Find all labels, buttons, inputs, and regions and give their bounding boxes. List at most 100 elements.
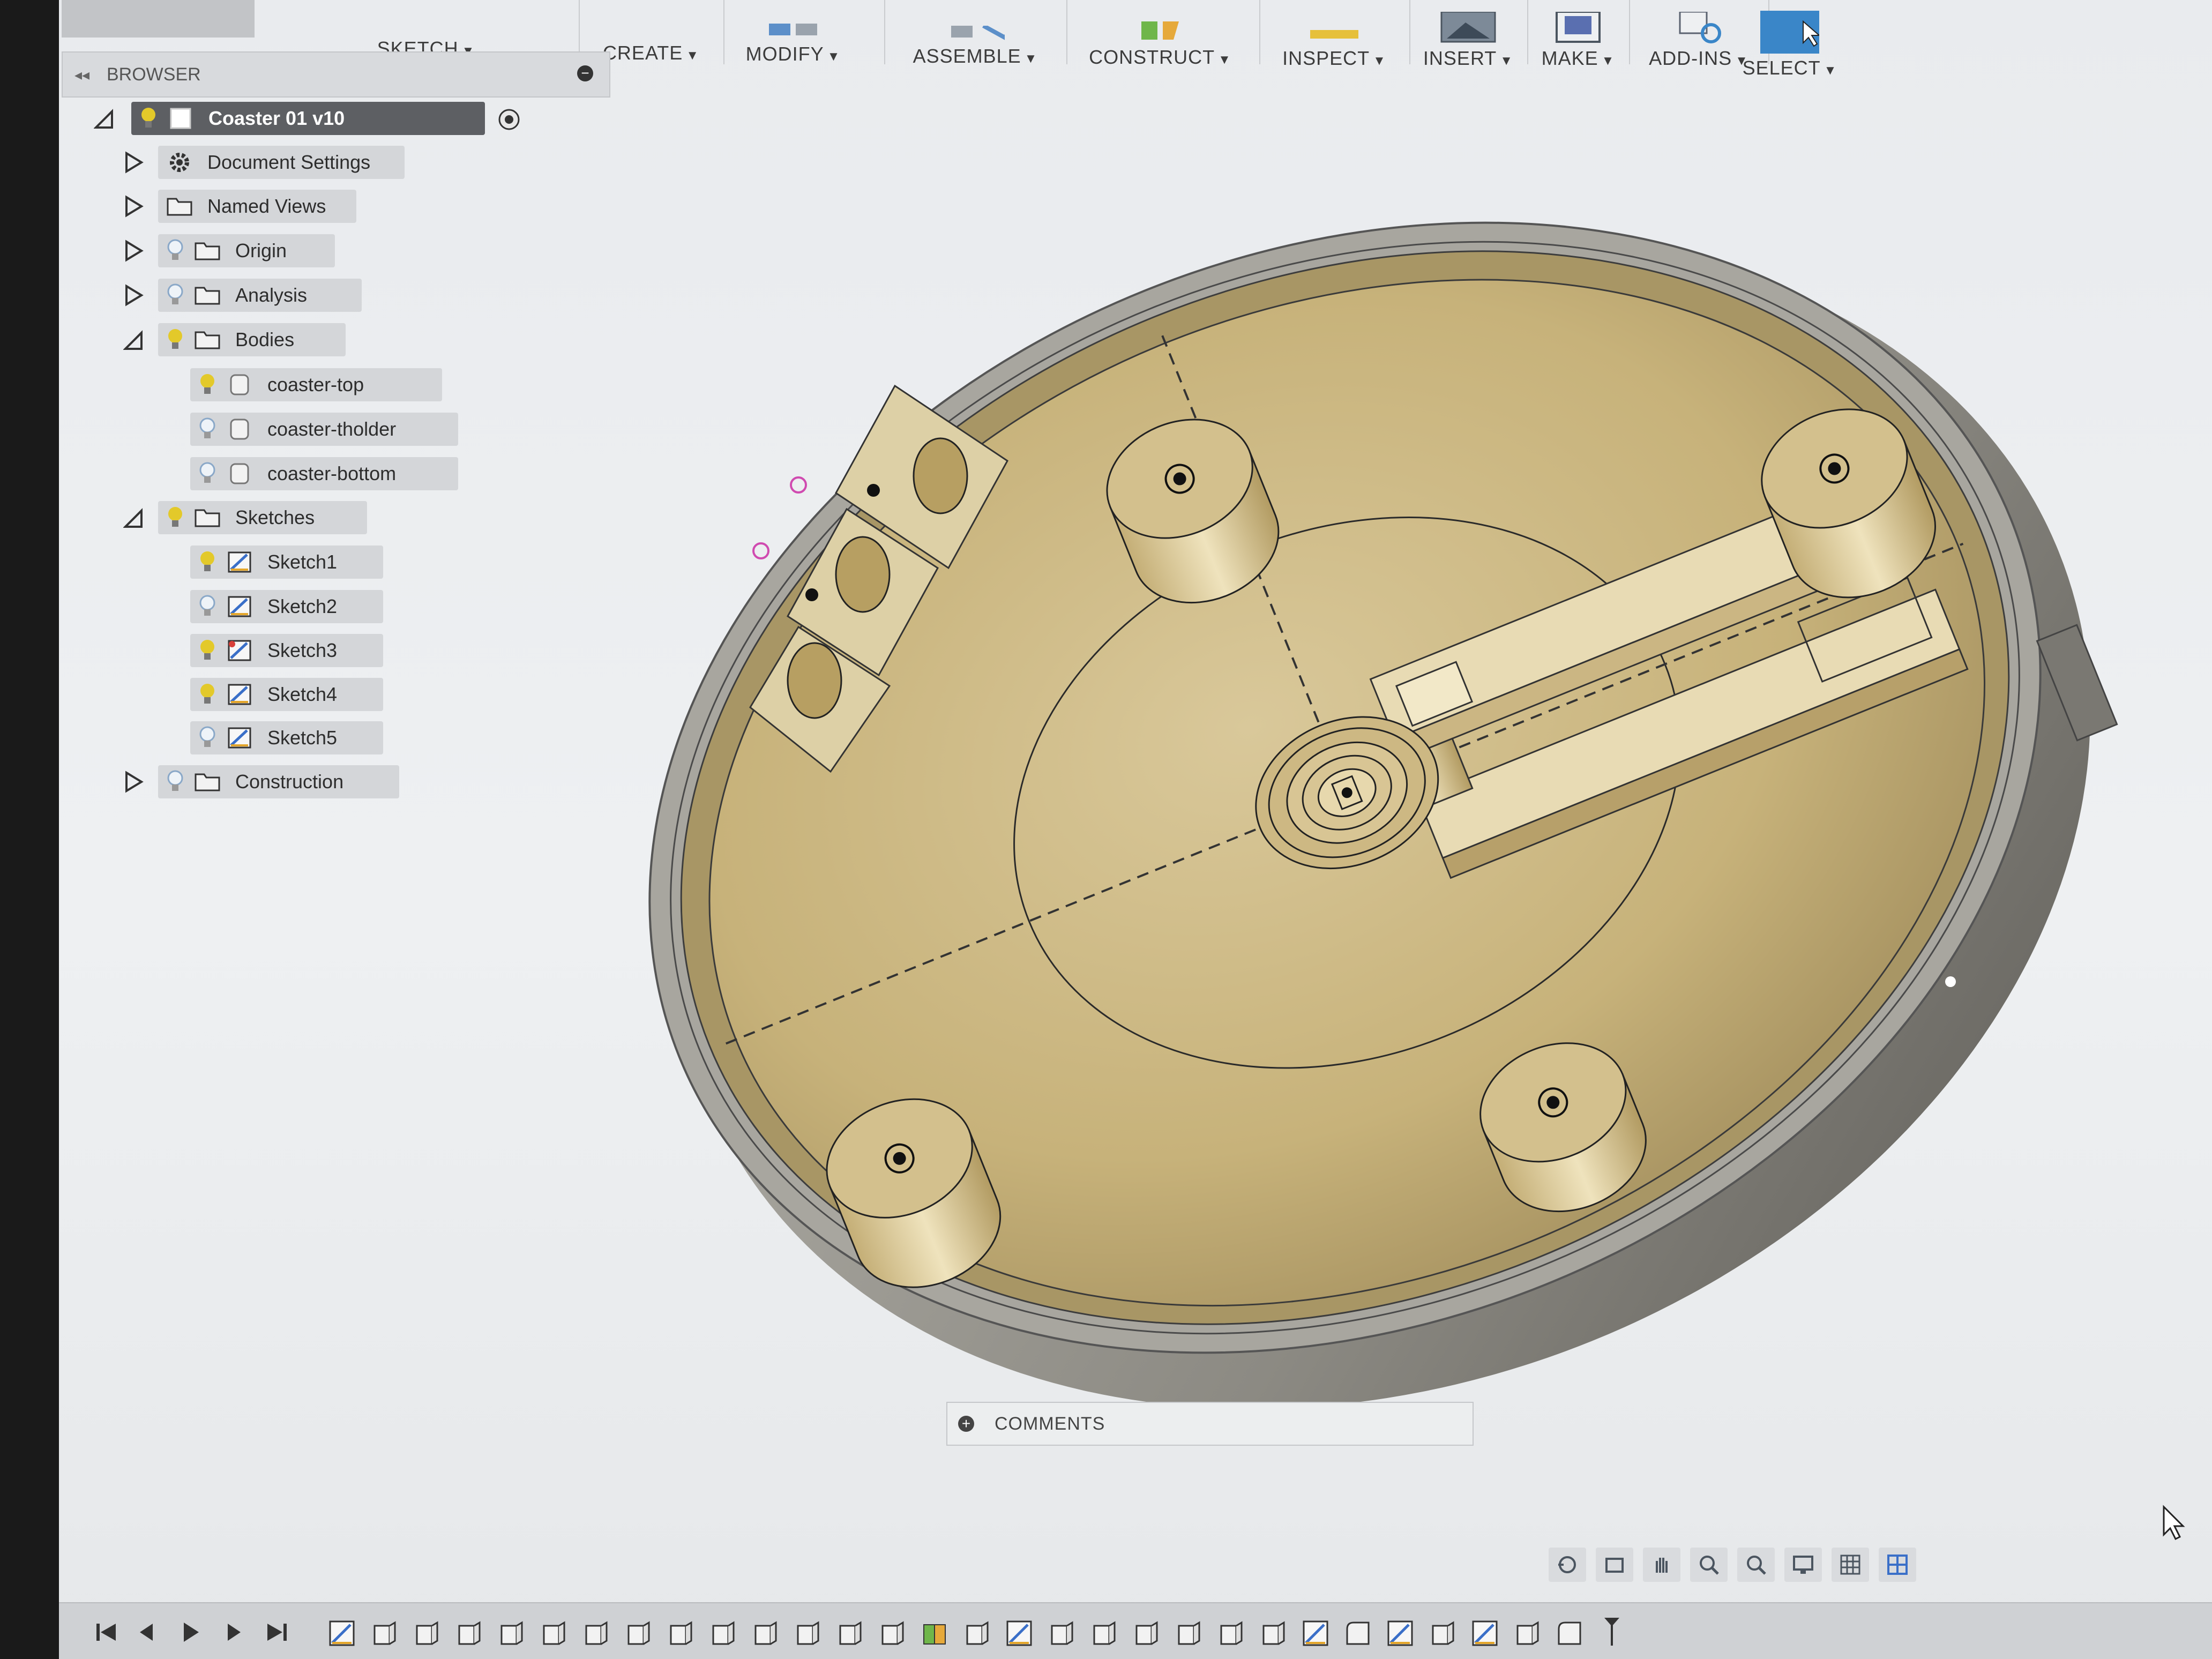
timeline-body-feature-icon[interactable] <box>1131 1618 1161 1648</box>
play-icon[interactable] <box>174 1616 206 1648</box>
timeline-body-feature-icon[interactable] <box>539 1618 569 1648</box>
comments-label: COMMENTS <box>995 1413 1105 1434</box>
timeline-body-feature-icon[interactable] <box>877 1618 907 1648</box>
workspace-switcher[interactable] <box>62 0 255 38</box>
display-settings-button[interactable] <box>1784 1548 1822 1582</box>
go-to-end-icon[interactable] <box>260 1616 292 1648</box>
toolbar-group-assemble[interactable]: ASSEMBLE ▼ <box>895 0 1056 70</box>
collapse-triangle-icon[interactable] <box>123 321 145 358</box>
orbit-button[interactable] <box>1549 1548 1586 1582</box>
comments-panel[interactable]: + COMMENTS <box>946 1402 1474 1446</box>
timeline-sketch-feature-icon[interactable] <box>1470 1618 1500 1648</box>
timeline-body-feature-icon[interactable] <box>1258 1618 1288 1648</box>
assemble-icon <box>946 10 1005 42</box>
expand-triangle-icon[interactable] <box>123 276 145 314</box>
timeline-body-feature-icon[interactable] <box>454 1618 484 1648</box>
visibility-bulb-icon[interactable] <box>165 282 186 309</box>
visibility-bulb-icon[interactable] <box>138 105 159 132</box>
sketch-icon <box>228 684 251 705</box>
go-to-start-icon[interactable] <box>91 1616 123 1648</box>
fit-button[interactable] <box>1737 1548 1775 1582</box>
timeline-marker-icon[interactable] <box>1597 1606 1627 1655</box>
timeline-combine-feature-icon[interactable] <box>920 1618 950 1648</box>
grid-icon <box>1840 1555 1860 1575</box>
collapse-triangle-icon[interactable] <box>123 499 145 536</box>
toolbar-group-inspect[interactable]: INSPECT ▼ <box>1265 0 1404 70</box>
viewports-button[interactable] <box>1879 1548 1916 1582</box>
construct-icon <box>1131 11 1190 43</box>
look-at-button[interactable] <box>1596 1548 1633 1582</box>
screen: SKETCH▼ CREATE▼ MODIFY▼ ASSEMBLE▼ CONSTR… <box>59 0 2212 1659</box>
browser-header[interactable]: ◂◂ BROWSER − <box>62 51 610 98</box>
timeline-body-feature-icon[interactable] <box>835 1618 865 1648</box>
visibility-bulb-icon[interactable] <box>197 593 218 620</box>
timeline-body-feature-icon[interactable] <box>1216 1618 1246 1648</box>
timeline-body-feature-icon[interactable] <box>962 1618 992 1648</box>
toolbar-group-insert[interactable]: INSERT ▼ <box>1415 0 1522 70</box>
add-comment-icon[interactable]: + <box>958 1416 974 1432</box>
sketch-icon <box>228 727 251 749</box>
activate-radio-icon[interactable] <box>496 106 522 133</box>
timeline-body-feature-icon[interactable] <box>369 1618 399 1648</box>
visibility-bulb-icon[interactable] <box>197 637 218 664</box>
gear-icon <box>170 153 189 172</box>
timeline-body-feature-icon[interactable] <box>496 1618 526 1648</box>
timeline-sketch-feature-icon[interactable] <box>1004 1618 1034 1648</box>
timeline-body-feature-icon[interactable] <box>1047 1618 1077 1648</box>
timeline-body-feature-icon[interactable] <box>666 1618 696 1648</box>
expand-triangle-icon[interactable] <box>123 144 145 181</box>
timeline-bar <box>59 1602 2212 1659</box>
mouse-cursor-icon <box>2163 1505 2185 1541</box>
timeline-body-feature-icon[interactable] <box>1089 1618 1119 1648</box>
zoom-window-icon <box>1747 1556 1766 1575</box>
timeline-body-feature-icon[interactable] <box>623 1618 653 1648</box>
timeline-sketch-feature-icon[interactable] <box>1301 1618 1331 1648</box>
grid-settings-button[interactable] <box>1832 1548 1869 1582</box>
timeline-body-feature-icon[interactable] <box>1428 1618 1458 1648</box>
visibility-bulb-icon[interactable] <box>165 326 186 353</box>
timeline-body-feature-icon[interactable] <box>708 1618 738 1648</box>
visibility-bulb-icon[interactable] <box>197 460 218 487</box>
visibility-bulb-icon[interactable] <box>197 416 218 443</box>
add-ins-icon <box>1669 12 1728 44</box>
orbit-icon <box>1558 1556 1576 1573</box>
collapse-panel-icon[interactable]: ◂◂ <box>74 66 107 84</box>
timeline-body-feature-icon[interactable] <box>1174 1618 1204 1648</box>
timeline-fillet-feature-icon[interactable] <box>1343 1618 1373 1648</box>
toolbar-group-make[interactable]: MAKE ▼ <box>1533 0 1624 70</box>
timeline-body-feature-icon[interactable] <box>412 1618 442 1648</box>
expand-triangle-icon[interactable] <box>123 763 145 801</box>
make-icon <box>1549 12 1608 44</box>
expand-triangle-icon[interactable] <box>123 188 145 225</box>
step-forward-icon[interactable] <box>217 1616 249 1648</box>
visibility-bulb-icon[interactable] <box>165 768 186 795</box>
step-back-icon[interactable] <box>131 1616 163 1648</box>
folder-icon <box>195 509 220 527</box>
timeline-sketch-feature-icon[interactable] <box>1385 1618 1415 1648</box>
timeline-body-feature-icon[interactable] <box>750 1618 780 1648</box>
visibility-bulb-icon[interactable] <box>165 504 186 531</box>
expand-triangle-icon[interactable] <box>123 232 145 270</box>
modify-icon <box>764 8 823 40</box>
sketch-warning-icon <box>228 640 251 661</box>
timeline-body-feature-icon[interactable] <box>793 1618 823 1648</box>
folder-icon <box>195 242 220 260</box>
visibility-bulb-icon[interactable] <box>197 681 218 708</box>
visibility-bulb-icon[interactable] <box>165 237 186 264</box>
zoom-button[interactable] <box>1690 1548 1728 1582</box>
toolbar-group-select[interactable]: SELECT ▼ <box>1720 0 1859 79</box>
visibility-bulb-icon[interactable] <box>197 724 218 751</box>
visibility-bulb-icon[interactable] <box>197 371 218 398</box>
pan-button[interactable] <box>1643 1548 1680 1582</box>
collapse-triangle-icon[interactable] <box>94 100 115 137</box>
body-icon <box>230 463 249 484</box>
timeline-body-feature-icon[interactable] <box>581 1618 611 1648</box>
toolbar-group-modify[interactable]: MODIFY ▼ <box>729 0 857 70</box>
minimize-icon[interactable]: − <box>577 65 593 81</box>
timeline-sketch-feature-icon[interactable] <box>327 1618 357 1648</box>
visibility-bulb-icon[interactable] <box>197 549 218 576</box>
hand-icon <box>1656 1558 1668 1573</box>
timeline-body-feature-icon[interactable] <box>1512 1618 1542 1648</box>
toolbar-group-construct[interactable]: CONSTRUCT ▼ <box>1072 0 1249 70</box>
timeline-fillet-feature-icon[interactable] <box>1555 1618 1585 1648</box>
